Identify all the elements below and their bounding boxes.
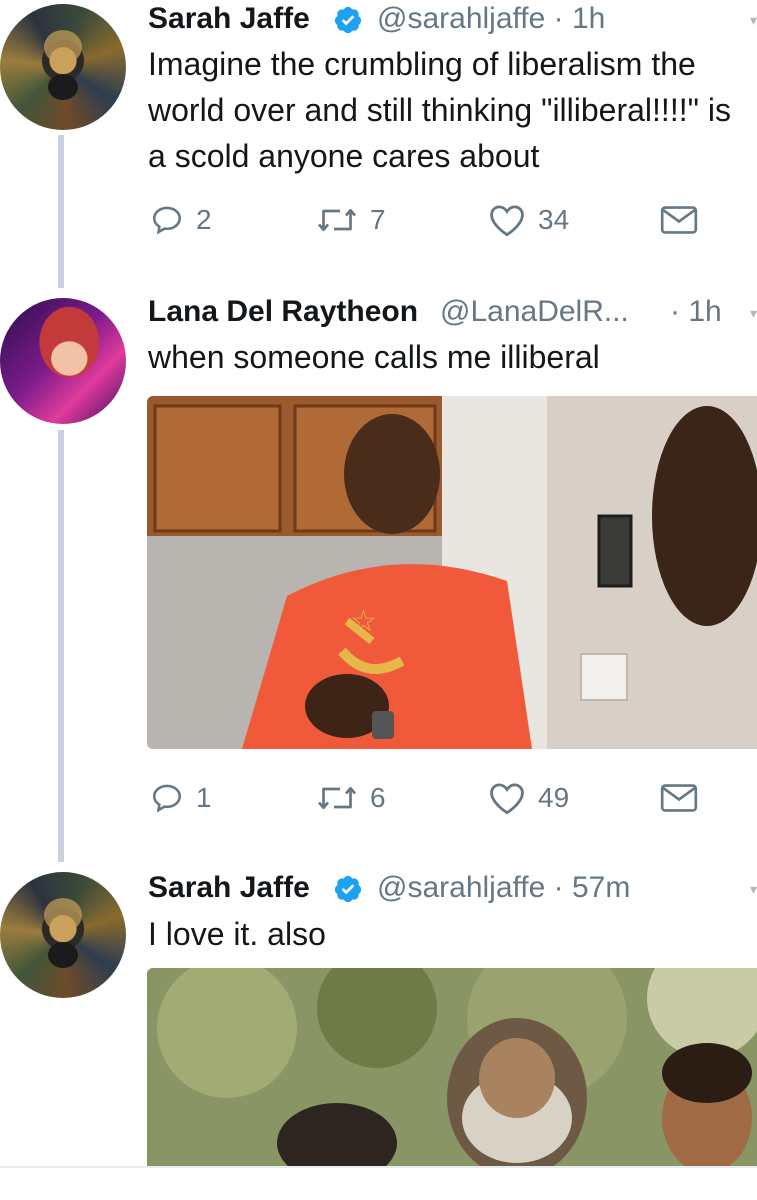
- handle[interactable]: @LanaDelR...: [440, 295, 629, 329]
- avatar[interactable]: [0, 872, 126, 998]
- timestamp[interactable]: · 1h: [670, 295, 722, 329]
- envelope-icon: [660, 784, 698, 812]
- handle-and-time[interactable]: @sarahljaffe · 1h: [377, 2, 605, 36]
- retweet-count: 6: [370, 782, 386, 813]
- thread-line-2: [58, 430, 64, 862]
- retweet-button[interactable]: 6: [316, 781, 386, 815]
- tweet-text: I love it. also: [148, 916, 326, 952]
- timestamp: · 57m: [553, 871, 631, 904]
- handle: @sarahljaffe: [377, 871, 546, 904]
- retweet-button[interactable]: 7: [316, 203, 386, 237]
- heart-icon: [490, 783, 524, 815]
- photo-image: ☆: [147, 396, 757, 749]
- reply-button[interactable]: 2: [150, 203, 212, 237]
- like-count: 34: [538, 204, 570, 235]
- like-count: 49: [538, 782, 570, 813]
- tweet-text: Imagine the crumbling of liberalism the …: [148, 46, 731, 174]
- direct-message-button[interactable]: [660, 205, 698, 235]
- chevron-down-icon[interactable]: ▾: [750, 305, 757, 322]
- avatar[interactable]: [0, 4, 126, 130]
- retweet-icon: [317, 786, 357, 810]
- retweet-icon: [317, 208, 357, 232]
- photo-image: [147, 968, 757, 1168]
- tweet-photo[interactable]: [147, 968, 757, 1168]
- handle-and-time[interactable]: @sarahljaffe · 57m: [377, 871, 630, 905]
- like-button[interactable]: 34: [488, 203, 569, 237]
- chevron-down-icon[interactable]: ▾: [750, 12, 757, 29]
- verified-badge-icon: [334, 6, 362, 34]
- svg-text:☆: ☆: [350, 604, 377, 639]
- chevron-down-icon[interactable]: ▾: [750, 881, 757, 898]
- display-name[interactable]: Sarah Jaffe: [148, 2, 310, 36]
- display-name[interactable]: Lana Del Raytheon: [148, 295, 418, 329]
- direct-message-button[interactable]: [660, 783, 698, 813]
- bottom-divider: [0, 1166, 757, 1168]
- tweet-text: when someone calls me illiberal: [148, 339, 600, 375]
- reply-button[interactable]: 1: [150, 781, 212, 815]
- display-name[interactable]: Sarah Jaffe: [148, 871, 310, 905]
- reply-icon: [152, 784, 182, 813]
- avatar[interactable]: [0, 298, 126, 424]
- handle: @sarahljaffe: [377, 2, 546, 35]
- tweet-photo[interactable]: ☆: [147, 396, 757, 749]
- reply-count: 1: [196, 782, 212, 813]
- thread-line-1: [58, 135, 64, 288]
- envelope-icon: [660, 206, 698, 234]
- verified-badge-icon: [334, 875, 362, 903]
- reply-count: 2: [196, 204, 212, 235]
- reply-icon: [152, 206, 182, 235]
- retweet-count: 7: [370, 204, 386, 235]
- like-button[interactable]: 49: [488, 781, 569, 815]
- timestamp: · 1h: [553, 2, 606, 35]
- heart-icon: [490, 205, 524, 237]
